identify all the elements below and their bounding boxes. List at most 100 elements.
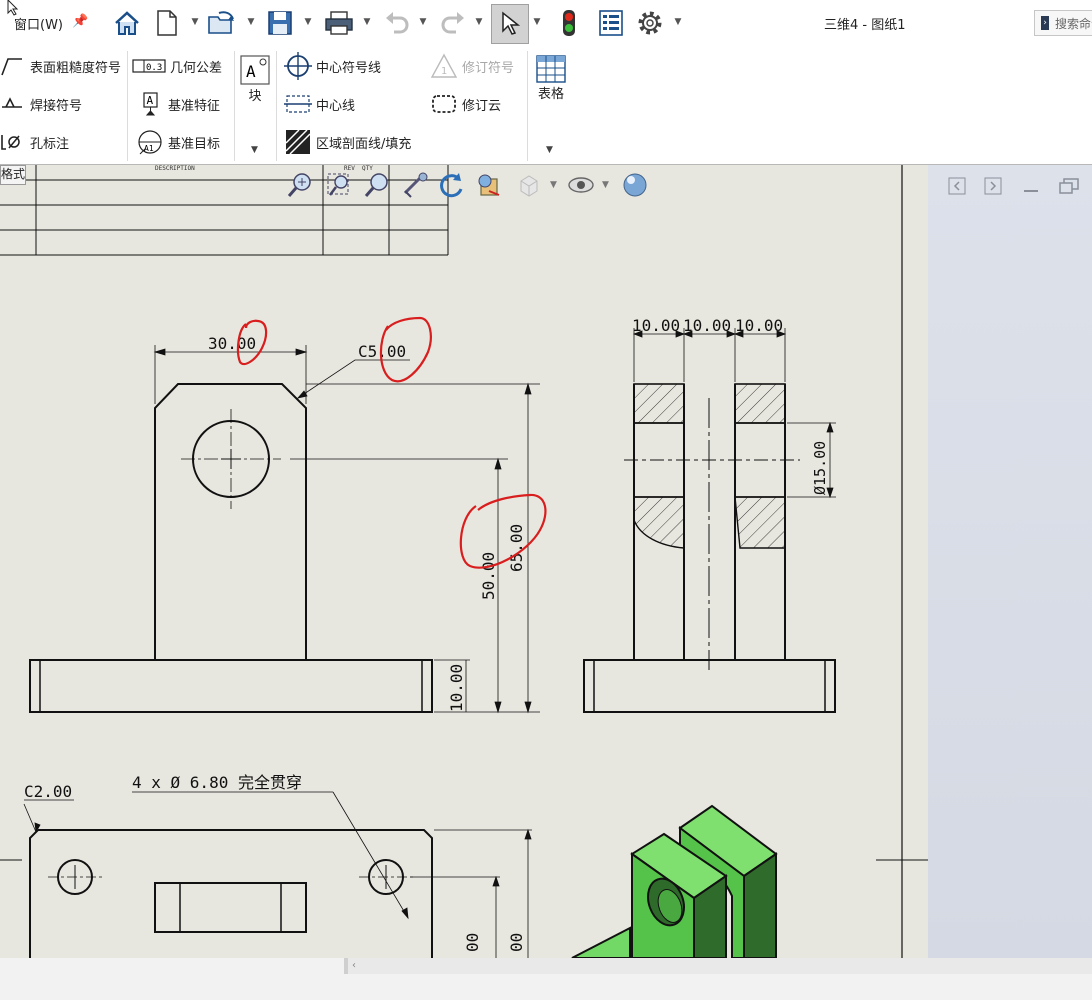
scroll-left-icon[interactable]: ‹ xyxy=(352,958,356,974)
sheet-format-tab[interactable]: 格式 xyxy=(0,165,26,185)
center-mark-icon xyxy=(284,52,312,80)
dim-side-width-1[interactable]: 10.00 xyxy=(632,316,680,335)
gear-icon[interactable] xyxy=(633,5,667,41)
revision-cloud-button[interactable]: 修订云 xyxy=(430,93,501,115)
zoom-to-fit-icon[interactable] xyxy=(285,170,315,200)
scrollbar-track[interactable] xyxy=(344,958,1092,974)
annotation-ribbon: 表面粗糙度符号 焊接符号 孔标注 0.3 几何公差 A 基准特征 A1 基准目标… xyxy=(0,47,1092,165)
3d-drawing-view-icon[interactable] xyxy=(474,170,504,200)
save-dropdown-caret[interactable]: ▼ xyxy=(303,16,313,28)
centerline-button[interactable]: 中心线 xyxy=(284,93,355,115)
datum-feature-icon: A xyxy=(136,92,164,116)
search-commands-box[interactable]: › 搜索命令 xyxy=(1034,10,1092,36)
drawing-sheet[interactable]: DESCRIPTION REV QTY 30.00 C5.00 65.00 50… xyxy=(0,165,928,958)
top-view[interactable] xyxy=(29,829,433,958)
title-bar: 窗口(W) 📌 ▼ ▼ ▼ ▼ ▼ ▼ ▼ ▼ 三维4 - 图纸1 › 搜索命 xyxy=(0,0,1092,48)
dim-side-width-2[interactable]: 10.00 xyxy=(683,316,731,335)
undo-icon[interactable] xyxy=(380,5,414,41)
dim-bore-diameter[interactable]: Ø15.00 xyxy=(811,441,829,495)
dim-top-width[interactable]: 30.00 xyxy=(208,334,256,353)
display-style-icon[interactable] xyxy=(514,170,544,200)
hole-callout-icon xyxy=(0,131,26,153)
hatch-fill-icon xyxy=(284,129,312,155)
search-placeholder: 搜索命令 xyxy=(1054,16,1092,31)
markup-circle-65 xyxy=(459,493,547,569)
task-pane xyxy=(928,165,1092,958)
weld-symbol-label: 焊接符号 xyxy=(30,98,83,114)
table-button[interactable]: 表格 xyxy=(536,55,566,102)
ribbon-separator xyxy=(527,51,528,161)
select-pointer-icon[interactable] xyxy=(491,4,529,44)
datum-target-button[interactable]: A1 基准目标 xyxy=(136,130,221,155)
ribbon-separator xyxy=(127,51,128,161)
open-dropdown-caret[interactable]: ▼ xyxy=(246,16,256,28)
select-dropdown-caret[interactable]: ▼ xyxy=(532,16,542,28)
horizontal-scrollbar[interactable]: ‹ xyxy=(0,958,1092,1000)
centerline-label: 中心线 xyxy=(316,98,356,114)
pan-icon[interactable] xyxy=(400,170,430,200)
revision-symbol-button[interactable]: 1 修订符号 xyxy=(430,53,514,78)
minimize-icon[interactable] xyxy=(1022,177,1040,195)
display-style-caret[interactable]: ▼ xyxy=(550,180,557,190)
block-icon-text: A xyxy=(246,62,256,81)
dim-partial-left[interactable]: 00 xyxy=(463,933,482,952)
table-dropdown-caret[interactable]: ▼ xyxy=(546,145,553,155)
center-mark-button[interactable]: 中心符号线 xyxy=(284,52,381,80)
traffic-light-icon[interactable] xyxy=(552,5,586,41)
dim-height-65[interactable]: 65.00 xyxy=(507,524,526,572)
dim-partial-right[interactable]: 00 xyxy=(507,933,526,952)
pin-icon[interactable]: 📌 xyxy=(72,14,88,29)
home-icon[interactable] xyxy=(110,5,144,41)
geometric-tolerance-label: 几何公差 xyxy=(170,60,223,76)
hide-show-caret[interactable]: ▼ xyxy=(602,180,609,190)
dim-height-50[interactable]: 50.00 xyxy=(479,552,498,600)
surface-finish-icon xyxy=(0,55,26,77)
isometric-model-view[interactable] xyxy=(571,804,778,958)
document-title: 三维4 - 图纸1 xyxy=(824,18,906,33)
save-icon[interactable] xyxy=(263,5,297,41)
revision-cloud-icon xyxy=(430,93,458,115)
dim-side-width-3[interactable]: 10.00 xyxy=(735,316,783,335)
appearance-sphere-icon[interactable] xyxy=(620,170,650,200)
block-button[interactable]: A 块 xyxy=(240,55,270,104)
hole-callout-button[interactable]: 孔标注 xyxy=(0,131,69,153)
surface-finish-button[interactable]: 表面粗糙度符号 xyxy=(0,55,121,77)
datum-target-label: 基准目标 xyxy=(168,136,221,152)
hatch-fill-button[interactable]: 区域剖面线/填充 xyxy=(284,129,411,155)
collapse-left-icon[interactable] xyxy=(948,177,966,195)
geometric-tolerance-button[interactable]: 0.3 几何公差 xyxy=(132,55,222,77)
options-dropdown-caret[interactable]: ▼ xyxy=(673,16,683,28)
new-dropdown-caret[interactable]: ▼ xyxy=(190,16,200,28)
dim-chamfer-c2[interactable]: C2.00 xyxy=(24,782,72,801)
weld-symbol-button[interactable]: 焊接符号 xyxy=(0,93,82,115)
rotate-view-icon[interactable] xyxy=(436,170,466,200)
hide-show-items-icon[interactable] xyxy=(566,170,596,200)
ribbon-separator xyxy=(234,51,235,161)
surface-finish-label: 表面粗糙度符号 xyxy=(30,60,122,76)
block-label: 块 xyxy=(248,89,262,104)
datum-icon-text: A xyxy=(147,94,154,107)
open-icon[interactable] xyxy=(205,5,239,41)
undo-dropdown-caret[interactable]: ▼ xyxy=(418,16,428,28)
zoom-to-area-icon[interactable] xyxy=(324,170,354,200)
datum-feature-button[interactable]: A 基准特征 xyxy=(136,92,220,116)
print-icon[interactable] xyxy=(322,5,356,41)
hole-callout-note[interactable]: 4 x Ø 6.80 完全贯穿 xyxy=(132,773,302,792)
file-properties-icon[interactable] xyxy=(594,5,628,41)
previous-view-icon[interactable] xyxy=(362,170,392,200)
ribbon-separator xyxy=(276,51,277,161)
collapse-right-icon[interactable] xyxy=(984,177,1002,195)
block-dropdown-caret[interactable]: ▼ xyxy=(251,145,258,155)
redo-icon[interactable] xyxy=(436,5,470,41)
new-document-icon[interactable] xyxy=(150,5,184,41)
front-view[interactable] xyxy=(29,383,433,713)
restore-icon[interactable] xyxy=(1058,177,1079,195)
solidworks-window: 窗口(W) 📌 ▼ ▼ ▼ ▼ ▼ ▼ ▼ ▼ 三维4 - 图纸1 › 搜索命 … xyxy=(0,0,1092,1000)
print-dropdown-caret[interactable]: ▼ xyxy=(362,16,372,28)
block-icon: A xyxy=(240,55,270,85)
side-section-view[interactable] xyxy=(583,383,836,713)
dim-base-10[interactable]: 10.00 xyxy=(447,664,466,712)
window-menu[interactable]: 窗口(W) xyxy=(14,14,63,33)
centerline-icon xyxy=(284,93,312,115)
redo-dropdown-caret[interactable]: ▼ xyxy=(474,16,484,28)
